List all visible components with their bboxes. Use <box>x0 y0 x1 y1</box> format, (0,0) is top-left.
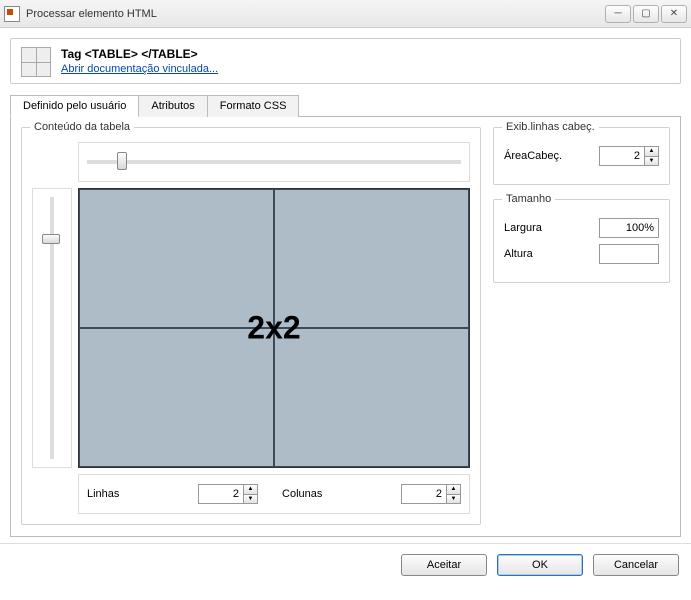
height-label: Altura <box>504 248 579 260</box>
width-label: Largura <box>504 222 579 234</box>
tag-header: Tag <TABLE> </TABLE> Abrir documentação … <box>10 38 681 84</box>
tabs: Definido pelo usuário Atributos Formato … <box>10 94 681 117</box>
header-area-spin-down[interactable]: ▼ <box>645 157 658 166</box>
rows-cols-bar: Linhas ▲ ▼ Colunas ▲ ▼ <box>78 474 470 514</box>
rows-slider[interactable] <box>50 197 54 459</box>
close-button[interactable]: ✕ <box>661 5 687 23</box>
table-content-group: Conteúdo da tabela 2x2 Linhas <box>21 127 481 525</box>
size-group: Tamanho Largura Altura <box>493 199 670 283</box>
header-area-input[interactable] <box>600 147 644 165</box>
rows-slider-thumb[interactable] <box>42 234 60 244</box>
rows-label: Linhas <box>87 488 119 500</box>
height-input[interactable] <box>599 244 659 264</box>
columns-slider[interactable] <box>87 160 461 164</box>
columns-slider-thumb[interactable] <box>117 152 127 170</box>
rows-spin-up[interactable]: ▲ <box>244 485 257 495</box>
preview-cell <box>79 189 274 328</box>
tab-attributes[interactable]: Atributos <box>138 95 207 117</box>
columns-slider-area <box>78 142 470 182</box>
size-title: Tamanho <box>502 193 555 205</box>
minimize-button[interactable]: ─ <box>605 5 631 23</box>
cols-spin-down[interactable]: ▼ <box>447 495 460 504</box>
open-documentation-link[interactable]: Abrir documentação vinculada... <box>61 63 218 75</box>
table-content-title: Conteúdo da tabela <box>30 121 134 133</box>
preview-cell <box>274 189 469 328</box>
rows-slider-area <box>32 188 72 468</box>
header-area-spinner[interactable]: ▲ ▼ <box>599 146 659 166</box>
cols-input[interactable] <box>402 485 446 503</box>
titlebar: Processar elemento HTML ─ ▢ ✕ <box>0 0 691 28</box>
tab-panel-user-defined: Conteúdo da tabela 2x2 Linhas <box>10 117 681 537</box>
dialog-button-bar: Aceitar OK Cancelar <box>0 543 691 586</box>
ok-button[interactable]: OK <box>497 554 583 576</box>
maximize-button[interactable]: ▢ <box>633 5 659 23</box>
app-icon <box>4 6 20 22</box>
header-rows-group: Exib.linhas cabeç. ÁreaCabeç. ▲ ▼ <box>493 127 670 185</box>
accept-button[interactable]: Aceitar <box>401 554 487 576</box>
cols-spinner[interactable]: ▲ ▼ <box>401 484 461 504</box>
window-title: Processar elemento HTML <box>26 8 605 20</box>
header-rows-title: Exib.linhas cabeç. <box>502 121 599 133</box>
tab-css-format[interactable]: Formato CSS <box>207 95 300 117</box>
rows-input[interactable] <box>199 485 243 503</box>
table-icon <box>21 47 51 77</box>
width-input[interactable] <box>599 218 659 238</box>
header-area-label: ÁreaCabeç. <box>504 150 579 162</box>
cols-label: Colunas <box>282 488 322 500</box>
preview-cell <box>274 328 469 467</box>
tab-user-defined[interactable]: Definido pelo usuário <box>10 95 139 117</box>
cols-spin-up[interactable]: ▲ <box>447 485 460 495</box>
rows-spinner[interactable]: ▲ ▼ <box>198 484 258 504</box>
cancel-button[interactable]: Cancelar <box>593 554 679 576</box>
preview-cell <box>79 328 274 467</box>
header-area-spin-up[interactable]: ▲ <box>645 147 658 157</box>
table-preview: 2x2 <box>78 188 470 468</box>
rows-spin-down[interactable]: ▼ <box>244 495 257 504</box>
tag-name-label: Tag <TABLE> </TABLE> <box>61 47 218 61</box>
